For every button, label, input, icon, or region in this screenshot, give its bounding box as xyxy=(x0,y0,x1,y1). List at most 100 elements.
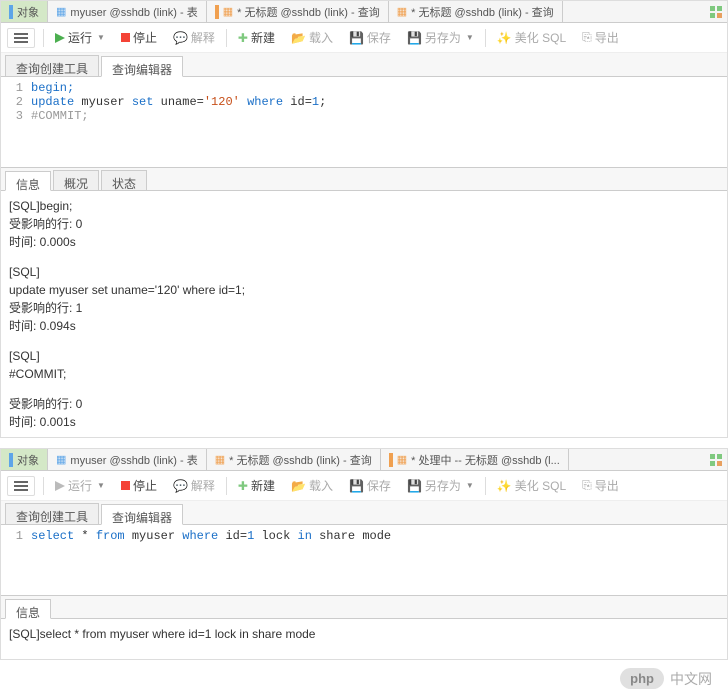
result-line: update myuser set uname='120' where id=1… xyxy=(9,281,719,299)
result-line: [SQL] xyxy=(9,263,719,281)
wand-icon: ✨ xyxy=(497,31,512,45)
result-line: 受影响的行: 0 xyxy=(9,395,719,413)
result-line: [SQL] xyxy=(9,347,719,365)
beautify-button[interactable]: ✨ 美化 SQL xyxy=(490,26,573,49)
btn-label: 停止 xyxy=(133,477,157,494)
dropdown-icon: ▼ xyxy=(466,481,474,490)
btn-label: 载入 xyxy=(309,29,333,46)
tab-query-1[interactable]: ▦ * 无标题 @sshdb (link) - 查询 xyxy=(207,449,381,470)
tab-objects[interactable]: 对象 xyxy=(1,1,48,22)
sql-editor[interactable]: 1 select * from myuser where id=1 lock i… xyxy=(1,525,727,575)
run-button[interactable]: 运行▼ xyxy=(48,26,112,49)
tab-label: myuser @sshdb (link) - 表 xyxy=(70,4,197,20)
btn-label: 新建 xyxy=(251,477,275,494)
tab-label: * 无标题 @sshdb (link) - 查询 xyxy=(411,4,554,20)
tab-label: 对象 xyxy=(17,4,39,20)
tab-label: * 无标题 @sshdb (link) - 查询 xyxy=(237,4,380,20)
tab-status[interactable]: 状态 xyxy=(101,170,147,190)
btn-label: 保存 xyxy=(367,477,391,494)
tab-info[interactable]: 信息 xyxy=(5,171,51,191)
stop-icon xyxy=(121,33,130,42)
export-button[interactable]: ⎘ 导出 xyxy=(575,26,626,49)
saveas-button[interactable]: 💾 另存为▼ xyxy=(400,474,481,497)
tab-label: 对象 xyxy=(17,452,39,468)
btn-label: 保存 xyxy=(367,29,391,46)
tab-query-2[interactable]: ▦ * 处理中 -- 无标题 @sshdb (l... xyxy=(381,449,569,470)
tab-query-builder[interactable]: 查询创建工具 xyxy=(5,55,99,76)
sql-editor[interactable]: 1 begin; 2 update myuser set uname='120'… xyxy=(1,77,727,137)
export-icon: ⎘ xyxy=(582,30,592,45)
result-line: 时间: 0.094s xyxy=(9,317,719,335)
saveas-icon: 💾 xyxy=(407,31,422,45)
load-icon: 📂 xyxy=(291,31,306,45)
tab-query-editor[interactable]: 查询编辑器 xyxy=(101,56,183,77)
line-number: 2 xyxy=(1,95,31,109)
tab-query-editor[interactable]: 查询编辑器 xyxy=(101,504,183,525)
play-icon xyxy=(55,481,65,491)
table-icon: ▦ xyxy=(56,5,66,18)
query-icon: ▦ xyxy=(215,453,225,466)
separator xyxy=(226,29,227,47)
stop-icon xyxy=(121,481,130,490)
tab-table[interactable]: ▦ myuser @sshdb (link) - 表 xyxy=(48,449,207,470)
load-button[interactable]: 📂 载入 xyxy=(284,26,340,49)
query-icon: ▦ xyxy=(223,5,233,18)
play-icon xyxy=(55,33,65,43)
dropdown-icon: ▼ xyxy=(466,33,474,42)
new-button[interactable]: ✚ 新建 xyxy=(231,26,282,49)
query-icon: ▦ xyxy=(397,5,407,18)
result-tabs: 信息 xyxy=(1,595,727,619)
explain-icon: 💬 xyxy=(173,479,188,493)
load-icon: 📂 xyxy=(291,479,306,493)
stop-button[interactable]: 停止 xyxy=(114,474,164,497)
tab-label: * 处理中 -- 无标题 @sshdb (l... xyxy=(411,452,560,468)
menu-button[interactable] xyxy=(7,28,35,48)
btn-label: 美化 SQL xyxy=(515,29,566,46)
tab-label: myuser @sshdb (link) - 表 xyxy=(70,452,197,468)
stop-button[interactable]: 停止 xyxy=(114,26,164,49)
tab-query-2[interactable]: ▦ * 无标题 @sshdb (link) - 查询 xyxy=(389,1,563,22)
result-line: 时间: 0.001s xyxy=(9,413,719,431)
beautify-button[interactable]: ✨ 美化 SQL xyxy=(490,474,573,497)
watermark-badge: php xyxy=(620,668,664,689)
save-button[interactable]: 💾 保存 xyxy=(342,474,398,497)
save-icon: 💾 xyxy=(349,31,364,45)
tab-indicator xyxy=(389,453,393,467)
toolbar: 运行▼ 停止 💬 解释 ✚ 新建 📂 载入 💾 保存 💾 另存为 ▼ ✨ xyxy=(1,471,727,501)
save-button[interactable]: 💾 保存 xyxy=(342,26,398,49)
wand-icon: ✨ xyxy=(497,479,512,493)
export-button[interactable]: ⎘ 导出 xyxy=(575,474,626,497)
save-icon: 💾 xyxy=(349,479,364,493)
top-tabs: 对象 ▦ myuser @sshdb (link) - 表 ▦ * 无标题 @s… xyxy=(1,449,727,471)
tab-table[interactable]: ▦ myuser @sshdb (link) - 表 xyxy=(48,1,207,22)
line-number: 1 xyxy=(1,529,31,543)
explain-button[interactable]: 💬 解释 xyxy=(166,474,222,497)
saveas-button[interactable]: 💾 另存为 ▼ xyxy=(400,26,481,49)
tab-indicator xyxy=(9,5,13,19)
load-button[interactable]: 📂 载入 xyxy=(284,474,340,497)
code-line: 1 begin; xyxy=(1,81,727,95)
btn-label: 另存为 xyxy=(425,29,461,46)
sub-tabs: 查询创建工具 查询编辑器 xyxy=(1,53,727,77)
new-icon: ✚ xyxy=(238,479,248,493)
tab-profile[interactable]: 概况 xyxy=(53,170,99,190)
btn-label: 解释 xyxy=(191,29,215,46)
btn-label: 导出 xyxy=(595,29,619,46)
btn-label: 新建 xyxy=(251,29,275,46)
new-button[interactable]: ✚ 新建 xyxy=(231,474,282,497)
panel-menu-icon[interactable] xyxy=(705,449,727,470)
explain-button[interactable]: 💬 解释 xyxy=(166,26,222,49)
tab-query-builder[interactable]: 查询创建工具 xyxy=(5,503,99,524)
btn-label: 美化 SQL xyxy=(515,477,566,494)
btn-label: 载入 xyxy=(309,477,333,494)
tab-info[interactable]: 信息 xyxy=(5,599,51,619)
btn-label: 另存为 xyxy=(425,477,461,494)
code-line: 2 update myuser set uname='120' where id… xyxy=(1,95,727,109)
panel-menu-icon[interactable] xyxy=(705,1,727,22)
tab-query-1[interactable]: ▦ * 无标题 @sshdb (link) - 查询 xyxy=(207,1,389,22)
menu-button[interactable] xyxy=(7,476,35,496)
run-button[interactable]: 运行▼ xyxy=(48,474,112,497)
line-number: 3 xyxy=(1,109,31,123)
export-icon: ⎘ xyxy=(582,478,592,493)
tab-objects[interactable]: 对象 xyxy=(1,449,48,470)
